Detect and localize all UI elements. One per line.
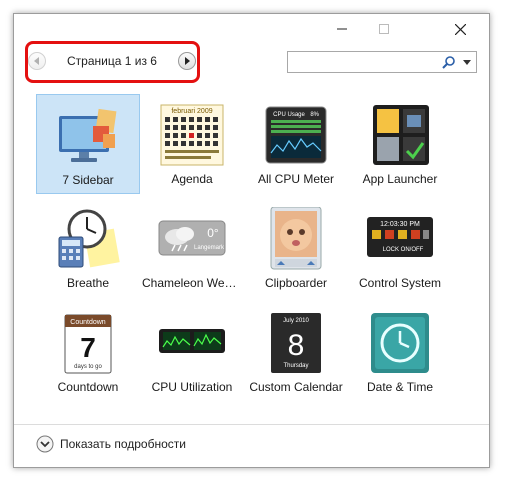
gadget-label: Countdown [57, 380, 119, 394]
gadget-tile-cpu-utilization[interactable]: CPU Utilization [140, 302, 244, 402]
gadget-label: Custom Calendar [249, 380, 343, 394]
gadget-tile-breathe[interactable]: Breathe [36, 198, 140, 298]
chevron-down-circle-icon[interactable] [36, 435, 54, 453]
maximize-icon [379, 24, 389, 34]
custom-calendar-icon: July 2010 8 Thursday [271, 313, 321, 373]
gadget-tile-date-time[interactable]: Date & Time [348, 302, 452, 402]
cpu-graph-icon [159, 329, 225, 353]
show-details-toggle[interactable]: Показать подробности [36, 434, 186, 454]
agenda-month-text: februari 2009 [171, 108, 212, 115]
footer-divider [14, 424, 489, 425]
search-dropdown-arrow[interactable] [463, 60, 471, 65]
custom-weekday-text: Thursday [283, 363, 308, 369]
gadget-label: Control System [358, 276, 442, 290]
app-launcher-icon [373, 105, 429, 165]
gadget-label: 7 Sidebar [62, 173, 114, 187]
countdown-title-text: Countdown [70, 319, 106, 326]
baby-photo-icon [270, 207, 322, 270]
maximize-button[interactable] [363, 14, 405, 44]
gadget-tile-countdown[interactable]: Countdown 7 days to go Countdown [36, 302, 140, 402]
gadget-tile-agenda[interactable]: februari 2009 Agenda [140, 94, 244, 194]
weather-cloud-icon: 0° Langemark [158, 220, 226, 256]
custom-day-text: 8 [288, 329, 305, 362]
gadget-label: Date & Time [366, 380, 434, 394]
next-page-button[interactable] [178, 51, 196, 70]
countdown-sub-text: days to go [74, 364, 102, 370]
gadget-tile-app-launcher[interactable]: App Launcher [348, 94, 452, 194]
search-icon[interactable] [442, 55, 456, 69]
search-box[interactable] [287, 51, 477, 73]
gadget-label: CPU Utilization [151, 380, 233, 394]
weather-temp-text: 0° [207, 226, 219, 240]
gadget-gallery-window: Страница 1 из 6 7 Sidebar februari 2009 … [13, 13, 490, 468]
clock-calculator-icon [58, 209, 120, 268]
weather-city-text: Langemark [194, 245, 225, 251]
minimize-button[interactable] [321, 14, 363, 44]
gadget-label: Chameleon Weather [142, 276, 244, 290]
gadget-tile-all-cpu-meter[interactable]: CPU Usage 8% All CPU Meter [244, 94, 348, 194]
sidebar-monitor-icon [59, 108, 117, 162]
gadget-tile-7-sidebar[interactable]: 7 Sidebar [36, 94, 140, 194]
cpu-percent-text: 8% [310, 112, 319, 118]
page-navigator: Страница 1 из 6 [28, 47, 196, 74]
control-lock-text: LOCK ON/OFF [383, 247, 424, 253]
gadget-tile-control-system[interactable]: 12:03:30 PM LOCK ON/OFF Control System [348, 198, 452, 298]
custom-month-text: July 2010 [283, 318, 309, 324]
close-button[interactable] [439, 14, 481, 44]
title-bar [14, 14, 489, 44]
gadget-label: Clipboarder [264, 276, 328, 290]
calendar-grid-icon: februari 2009 [160, 104, 224, 166]
control-time-text: 12:03:30 PM [380, 221, 420, 228]
minimize-icon [337, 28, 347, 30]
previous-page-button[interactable] [28, 51, 46, 70]
date-time-clock-icon [371, 313, 429, 373]
gadget-tile-chameleon-weather[interactable]: 0° Langemark Chameleon Weather [140, 198, 244, 298]
countdown-calendar-icon: Countdown 7 days to go [64, 314, 112, 374]
page-indicator: Страница 1 из 6 [67, 53, 157, 68]
countdown-number-text: 7 [80, 332, 96, 363]
gadget-tile-custom-calendar[interactable]: July 2010 8 Thursday Custom Calendar [244, 302, 348, 402]
show-details-label: Показать подробности [60, 437, 186, 451]
gadget-label: Agenda [171, 172, 213, 186]
close-icon [454, 23, 466, 35]
cpu-title-text: CPU Usage [273, 112, 305, 118]
gadget-tile-clipboarder[interactable]: Clipboarder [244, 198, 348, 298]
control-system-icon: 12:03:30 PM LOCK ON/OFF [367, 217, 433, 257]
cpu-meter-icon: CPU Usage 8% [265, 106, 327, 164]
chevron-left-icon [34, 56, 39, 65]
gadget-label: App Launcher [362, 172, 438, 186]
gadget-label: All CPU Meter [257, 172, 334, 186]
gadget-label: Breathe [66, 276, 110, 290]
chevron-right-icon [185, 56, 190, 65]
